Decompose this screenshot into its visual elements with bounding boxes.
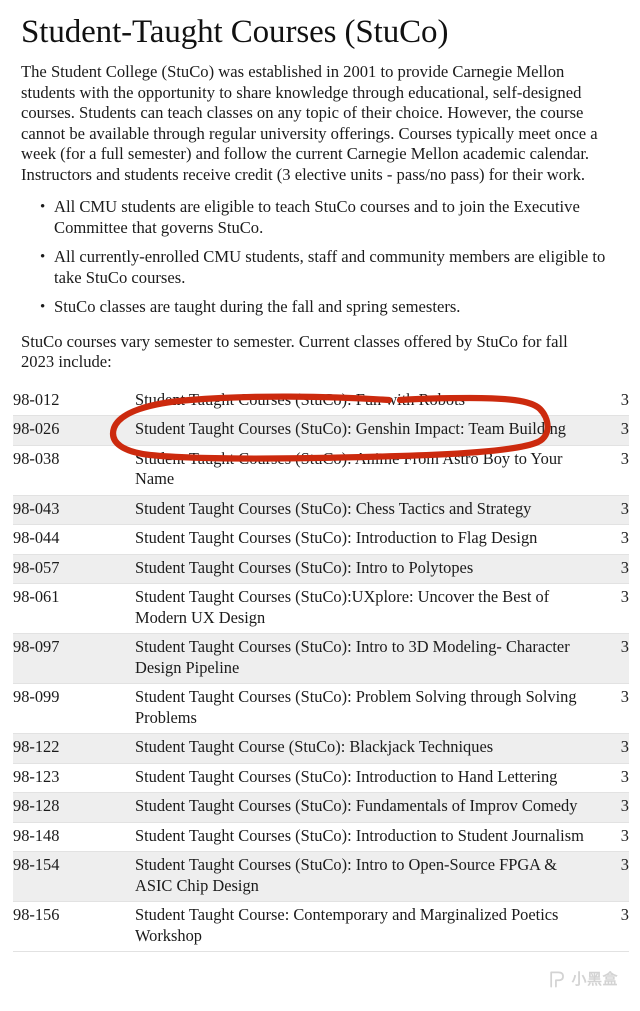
table-row[interactable]: 98-156 Student Taught Course: Contempora… xyxy=(13,901,629,952)
page-title: Student-Taught Courses (StuCo) xyxy=(21,14,449,50)
course-units: 3 xyxy=(620,528,629,547)
course-units: 3 xyxy=(620,389,629,409)
table-row[interactable]: 98-026 Student Taught Courses (StuCo): G… xyxy=(13,415,629,445)
course-title: Student Taught Courses (StuCo): Introduc… xyxy=(135,528,538,547)
table-row[interactable]: 98-128 Student Taught Courses (StuCo): F… xyxy=(13,792,629,822)
table-row[interactable]: 98-122 Student Taught Course (StuCo): Bl… xyxy=(13,733,629,763)
course-title: Student Taught Courses (StuCo): Problem … xyxy=(135,687,577,727)
list-item: All CMU students are eligible to teach S… xyxy=(40,197,610,238)
document-page: Student-Taught Courses (StuCo) The Stude… xyxy=(0,0,640,1011)
table-row[interactable]: 98-043 Student Taught Courses (StuCo): C… xyxy=(13,495,629,525)
course-number: 98-044 xyxy=(13,528,60,547)
course-number: 98-154 xyxy=(13,855,60,874)
course-title: Student Taught Course: Contemporary and … xyxy=(135,905,559,945)
table-row[interactable]: 98-099 Student Taught Courses (StuCo): P… xyxy=(13,683,629,734)
course-units: 3 xyxy=(620,905,629,924)
intro-paragraph: The Student College (StuCo) was establis… xyxy=(21,62,598,184)
course-number: 98-061 xyxy=(13,587,60,606)
table-row[interactable]: 98-154 Student Taught Courses (StuCo): I… xyxy=(13,851,629,902)
course-units: 3 xyxy=(620,637,629,656)
watermark-text: 小黑盒 xyxy=(571,970,618,988)
course-units: 3 xyxy=(620,796,629,815)
course-title: Student Taught Courses (StuCo):UXplore: … xyxy=(135,587,550,627)
course-number: 98-043 xyxy=(13,498,60,518)
table-row[interactable]: 98-123 Student Taught Courses (StuCo): I… xyxy=(13,763,629,793)
list-item: StuCo classes are taught during the fall… xyxy=(40,297,610,318)
course-number: 98-012 xyxy=(13,389,60,409)
table-row[interactable]: 98-057 Student Taught Courses (StuCo): I… xyxy=(13,554,629,584)
course-title: Student Taught Courses (StuCo): Introduc… xyxy=(135,766,558,786)
table-row[interactable]: 98-061 Student Taught Courses (StuCo):UX… xyxy=(13,583,629,634)
course-units: 3 xyxy=(620,498,629,518)
course-units: 3 xyxy=(620,825,629,845)
course-number: 98-122 xyxy=(13,737,60,756)
course-units: 3 xyxy=(620,737,629,756)
watermark: 小黑盒 xyxy=(548,970,618,989)
course-number: 98-128 xyxy=(13,796,60,815)
list-item: All currently-enrolled CMU students, sta… xyxy=(40,247,610,288)
course-units: 3 xyxy=(620,855,629,874)
course-title: Student Taught Courses (StuCo): Fun with… xyxy=(135,389,466,409)
course-title: Student Taught Courses (StuCo): Intro to… xyxy=(135,855,557,895)
course-title: Student Taught Courses (StuCo): Anime Fr… xyxy=(135,448,563,489)
course-title: Student Taught Course (StuCo): Blackjack… xyxy=(135,737,494,756)
course-number: 98-026 xyxy=(13,419,60,438)
course-list-lead-in: StuCo courses vary semester to semester.… xyxy=(21,331,568,372)
course-units: 3 xyxy=(620,448,629,468)
course-number: 98-148 xyxy=(13,825,60,845)
table-row[interactable]: 98-148 Student Taught Courses (StuCo): I… xyxy=(13,822,629,852)
course-title: Student Taught Courses (StuCo): Intro to… xyxy=(135,637,570,677)
course-units: 3 xyxy=(620,766,629,786)
table-row[interactable]: 98-012 Student Taught Courses (StuCo): F… xyxy=(13,386,629,416)
course-number: 98-123 xyxy=(13,766,60,786)
course-title: Student Taught Courses (StuCo): Genshin … xyxy=(135,419,566,438)
course-title: Student Taught Courses (StuCo): Intro to… xyxy=(135,557,474,577)
course-table: 98-012 Student Taught Courses (StuCo): F… xyxy=(13,386,629,953)
course-number: 98-057 xyxy=(13,557,60,577)
course-units: 3 xyxy=(620,557,629,577)
eligibility-bullet-list: All CMU students are eligible to teach S… xyxy=(0,197,640,318)
course-units: 3 xyxy=(620,687,629,706)
course-number: 98-099 xyxy=(13,687,60,706)
table-row[interactable]: 98-044 Student Taught Courses (StuCo): I… xyxy=(13,524,629,554)
course-table-body: 98-012 Student Taught Courses (StuCo): F… xyxy=(13,386,629,952)
xiaoheihe-logo-icon xyxy=(550,971,565,988)
course-number: 98-156 xyxy=(13,905,60,924)
course-title: Student Taught Courses (StuCo): Chess Ta… xyxy=(135,498,532,518)
table-row[interactable]: 98-038 Student Taught Courses (StuCo): A… xyxy=(13,445,629,495)
table-row[interactable]: 98-097 Student Taught Courses (StuCo): I… xyxy=(13,633,629,684)
course-number: 98-038 xyxy=(13,448,60,468)
course-number: 98-097 xyxy=(13,637,60,656)
course-title: Student Taught Courses (StuCo): Introduc… xyxy=(135,825,584,845)
course-title: Student Taught Courses (StuCo): Fundamen… xyxy=(135,796,578,815)
course-table-container: 98-012 Student Taught Courses (StuCo): F… xyxy=(0,386,640,953)
course-units: 3 xyxy=(620,587,629,606)
course-units: 3 xyxy=(620,419,629,438)
